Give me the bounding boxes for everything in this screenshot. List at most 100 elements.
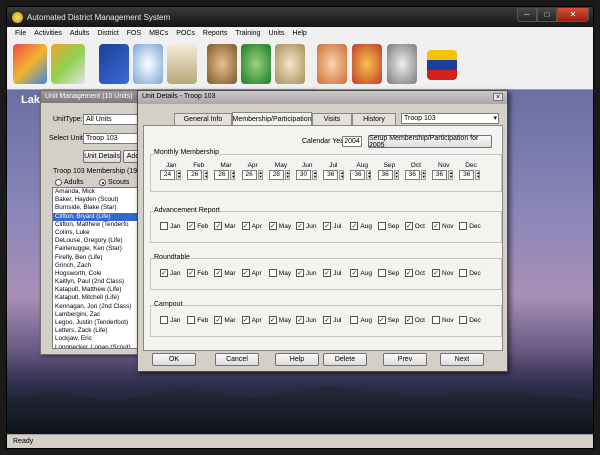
- reports-icon[interactable]: [275, 44, 305, 84]
- search-people-icon[interactable]: [133, 44, 163, 84]
- month-checkbox[interactable]: ✓ Feb: [187, 269, 208, 277]
- month-checkbox[interactable]: ✓ Apr: [241, 316, 262, 324]
- membership-count-field[interactable]: 36: [459, 170, 475, 180]
- membership-count-field[interactable]: 26: [187, 170, 203, 180]
- month-checkbox[interactable]: Dec: [459, 269, 481, 277]
- list-item[interactable]: Amanda, Mick: [53, 188, 146, 196]
- menu-item-units[interactable]: Units: [264, 30, 288, 37]
- next-button[interactable]: Next: [440, 353, 484, 366]
- dialog-close-button[interactable]: ×: [493, 93, 503, 101]
- person-icon[interactable]: [317, 44, 347, 84]
- tab-membership-participation[interactable]: Membership/Participation: [232, 112, 312, 125]
- list-item[interactable]: Clifton, Bryant (Life): [53, 212, 146, 221]
- menu-item-adults[interactable]: Adults: [66, 30, 93, 37]
- month-checkbox[interactable]: ✓ Apr: [241, 269, 262, 277]
- month-checkbox[interactable]: ✓ Mar: [214, 222, 236, 230]
- spin-arrows-icon[interactable]: ▲ ▼: [312, 170, 317, 180]
- spin-arrows-icon[interactable]: ▲ ▼: [475, 170, 481, 180]
- month-checkbox[interactable]: ✓ Jan: [160, 269, 180, 277]
- list-item[interactable]: Clifton, Matthew (Tenderfo: [53, 221, 146, 229]
- month-checkbox[interactable]: ✓ Aug: [350, 222, 372, 230]
- month-checkbox[interactable]: May: [268, 269, 291, 277]
- list-item[interactable]: Letters, Zack (Life): [53, 327, 146, 335]
- list-item[interactable]: Firefly, Ben (Life): [53, 254, 146, 262]
- menu-item-district[interactable]: District: [93, 30, 122, 37]
- unit-details-button[interactable]: Unit Details: [83, 150, 121, 163]
- menu-item-mbcs[interactable]: MBCs: [145, 30, 172, 37]
- er-icon[interactable]: [51, 44, 85, 84]
- close-button[interactable]: ✕: [557, 8, 589, 22]
- membership-count-field[interactable]: 28: [268, 170, 284, 180]
- spin-arrows-icon[interactable]: ▲ ▼: [393, 170, 399, 180]
- spin-arrows-icon[interactable]: ▲ ▼: [339, 170, 345, 180]
- tab-visits[interactable]: Visits: [312, 113, 352, 125]
- list-item[interactable]: Katapult, Matthew (Life): [53, 286, 146, 294]
- flag-icon[interactable]: [427, 50, 457, 80]
- month-checkbox[interactable]: Jan: [160, 316, 180, 324]
- month-checkbox[interactable]: Feb: [187, 316, 208, 324]
- month-checkbox[interactable]: ✓ Mar: [214, 316, 236, 324]
- membership-count-field[interactable]: 36: [377, 170, 393, 180]
- member-list[interactable]: Amanda, Mick Baker, Hayden (Scout) Burnsid…: [52, 187, 147, 349]
- membership-count-field[interactable]: 26: [241, 170, 257, 180]
- money-fleur-icon[interactable]: [241, 44, 271, 84]
- month-checkbox[interactable]: Aug: [350, 316, 372, 324]
- list-item[interactable]: Grinch, Zach: [53, 262, 146, 270]
- membership-count-field[interactable]: 24: [160, 170, 175, 180]
- scouts-radio[interactable]: Scouts: [99, 179, 129, 186]
- list-item[interactable]: Colins, Luke: [53, 229, 146, 237]
- award-icon[interactable]: [352, 44, 382, 84]
- help-button[interactable]: Help: [275, 353, 319, 366]
- spin-arrows-icon[interactable]: ▲ ▼: [366, 170, 372, 180]
- month-checkbox[interactable]: ✓ Aug: [350, 269, 372, 277]
- spin-arrows-icon[interactable]: ▲ ▼: [176, 170, 181, 180]
- ok-button[interactable]: OK: [152, 353, 196, 366]
- month-checkbox[interactable]: ✓ Jun: [296, 269, 316, 277]
- month-checkbox[interactable]: Jan: [160, 222, 180, 230]
- bsr-icon[interactable]: [13, 44, 47, 84]
- membership-count-field[interactable]: 36: [323, 170, 339, 180]
- list-item[interactable]: Baker, Hayden (Scout): [53, 196, 146, 204]
- month-checkbox[interactable]: ✓ Oct: [404, 222, 425, 230]
- month-checkbox[interactable]: Sep: [377, 269, 399, 277]
- month-checkbox[interactable]: ✓ Oct: [404, 316, 425, 324]
- menu-item-reports[interactable]: Reports: [199, 30, 232, 37]
- list-item[interactable]: Kennagan, Jon (2nd Class): [53, 303, 146, 311]
- list-item[interactable]: Hogsworth, Cole: [53, 270, 146, 278]
- membership-count-field[interactable]: 36: [404, 170, 420, 180]
- menu-item-help[interactable]: Help: [288, 30, 310, 37]
- book-icon[interactable]: [99, 44, 129, 84]
- month-checkbox[interactable]: ✓ Nov: [432, 269, 454, 277]
- unit-select-combo[interactable]: Troop 103: [401, 113, 499, 124]
- adults-radio[interactable]: Adults: [55, 179, 83, 186]
- list-item[interactable]: Longnecker, Logan (Scout): [53, 344, 146, 348]
- membership-count-field[interactable]: 30: [296, 170, 311, 180]
- spin-arrows-icon[interactable]: ▲ ▼: [230, 170, 236, 180]
- month-checkbox[interactable]: Sep: [377, 222, 399, 230]
- membership-count-field[interactable]: 26: [214, 170, 230, 180]
- prev-button[interactable]: Prev: [383, 353, 427, 366]
- list-item[interactable]: Fairlenuggie, Ken (Star): [53, 245, 146, 253]
- delete-button[interactable]: Delete: [323, 353, 367, 366]
- month-checkbox[interactable]: Nov: [432, 316, 454, 324]
- menu-item-fos[interactable]: FOS: [123, 30, 145, 37]
- spin-arrows-icon[interactable]: ▲ ▼: [257, 170, 263, 180]
- spin-arrows-icon[interactable]: ▲ ▼: [284, 170, 290, 180]
- month-checkbox[interactable]: ✓ May: [268, 222, 291, 230]
- membership-count-field[interactable]: 36: [350, 170, 366, 180]
- month-checkbox[interactable]: ✓ Mar: [214, 269, 236, 277]
- list-item[interactable]: Lambergini, Zac: [53, 311, 146, 319]
- month-checkbox[interactable]: Dec: [459, 316, 481, 324]
- month-checkbox[interactable]: ✓ Jun: [296, 222, 316, 230]
- telephone-icon[interactable]: [387, 44, 417, 84]
- month-checkbox[interactable]: ✓ Feb: [187, 222, 208, 230]
- spin-arrows-icon[interactable]: ▲ ▼: [420, 170, 426, 180]
- tab-history[interactable]: History: [352, 113, 396, 125]
- list-item[interactable]: Burnside, Blake (Star): [53, 204, 146, 212]
- month-checkbox[interactable]: ✓ Jul: [323, 269, 342, 277]
- menu-item-activities[interactable]: Activities: [30, 30, 66, 37]
- month-checkbox[interactable]: ✓ Nov: [432, 222, 454, 230]
- month-checkbox[interactable]: ✓ Jun: [296, 316, 316, 324]
- list-item[interactable]: Lockjaw, Eric: [53, 335, 146, 343]
- membership-count-field[interactable]: 36: [432, 170, 447, 180]
